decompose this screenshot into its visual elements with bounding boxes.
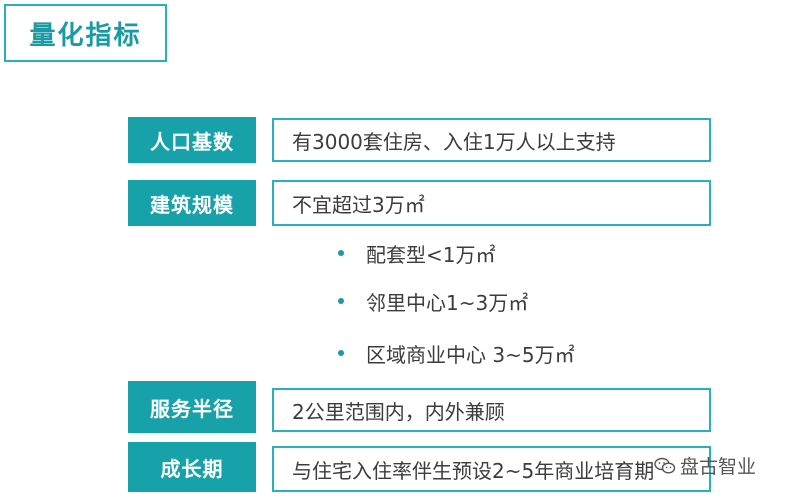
label-population-base: 人口基数	[128, 117, 256, 163]
label-building-scale: 建筑规模	[128, 180, 256, 226]
page-title: 量化指标	[4, 4, 167, 62]
bullet-item: 配套型<1万㎡	[338, 238, 495, 268]
bullet-dot-icon	[338, 298, 344, 304]
bullet-item: 区域商业中心 3~5万㎡	[338, 338, 575, 368]
label-service-radius: 服务半径	[128, 381, 256, 433]
label-growth-period: 成长期	[128, 442, 256, 492]
watermark: 盘古智业	[654, 452, 756, 479]
bullet-dot-icon	[338, 250, 344, 256]
value-service-radius: 2公里范围内，内外兼顾	[272, 388, 711, 432]
value-population-base: 有3000套住房、入住1万人以上支持	[272, 118, 711, 162]
watermark-text: 盘古智业	[680, 456, 757, 478]
bullet-item: 邻里中心1~3万㎡	[338, 286, 528, 316]
value-building-scale: 不宜超过3万㎡	[272, 180, 711, 226]
value-growth-period: 与住宅入住率伴生预设2~5年商业培育期	[272, 446, 711, 492]
bullet-text: 配套型<1万㎡	[366, 242, 496, 267]
wechat-icon	[654, 457, 676, 474]
bullet-text: 邻里中心1~3万㎡	[366, 290, 529, 315]
bullet-dot-icon	[338, 350, 344, 356]
bullet-text: 区域商业中心 3~5万㎡	[366, 342, 575, 367]
